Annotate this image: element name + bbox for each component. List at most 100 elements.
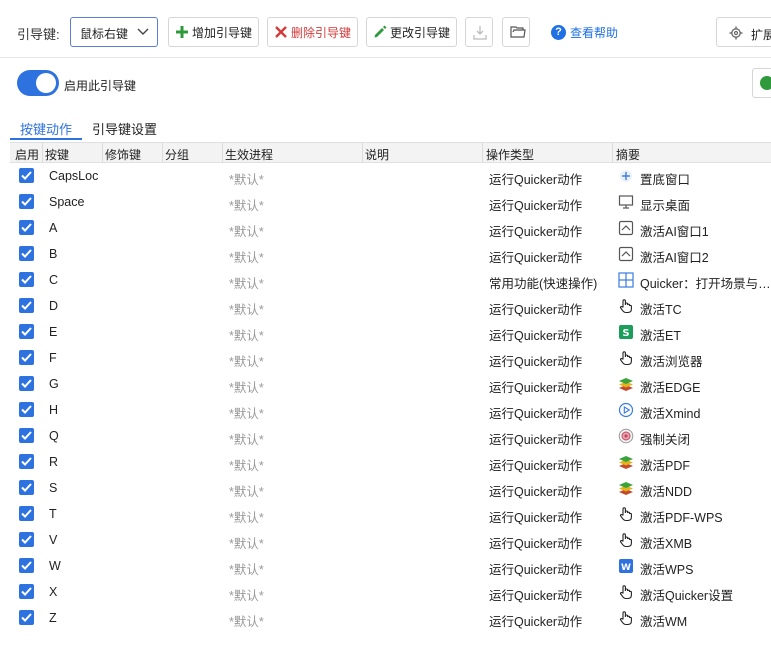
table-row[interactable]: E *默认* 运行Quicker动作 S 激活ET xyxy=(10,319,771,345)
enabled-checkbox[interactable] xyxy=(19,610,34,625)
col-enabled[interactable]: 启用 xyxy=(15,146,39,163)
table-row[interactable]: W *默认* 运行Quicker动作 W 激活WPS xyxy=(10,553,771,579)
enabled-checkbox[interactable] xyxy=(19,376,34,391)
table-row[interactable]: D *默认* 运行Quicker动作 激活TC xyxy=(10,293,771,319)
table-row[interactable]: A *默认* 运行Quicker动作 激活AI窗口1 xyxy=(10,215,771,241)
process-cell: *默认* xyxy=(229,433,264,447)
enabled-checkbox[interactable] xyxy=(19,194,34,209)
summary-cell: 激活AI窗口1 xyxy=(640,225,709,239)
col-action-type[interactable]: 操作类型 xyxy=(486,146,534,163)
col-summary[interactable]: 摘要 xyxy=(616,146,640,163)
col-key[interactable]: 按键 xyxy=(45,146,69,163)
table-row[interactable]: R *默认* 运行Quicker动作 激活PDF xyxy=(10,449,771,475)
enabled-checkbox[interactable] xyxy=(19,272,34,287)
wps-icon: W xyxy=(618,558,634,574)
table-row[interactable]: H *默认* 运行Quicker动作 激活Xmind xyxy=(10,397,771,423)
column-divider[interactable] xyxy=(482,143,483,163)
key-cell: G xyxy=(49,377,59,391)
key-cell: Q xyxy=(49,429,59,443)
key-cell: V xyxy=(49,533,58,547)
table-row[interactable]: C *默认* 常用功能(快速操作) Quicker：打开场景与… xyxy=(10,267,771,293)
table-row[interactable]: CapsLoc *默认* 运行Quicker动作 置底窗口 xyxy=(10,163,771,189)
col-description[interactable]: 说明 xyxy=(365,146,389,163)
enabled-checkbox[interactable] xyxy=(19,350,34,365)
enabled-checkbox[interactable] xyxy=(19,298,34,313)
table-row[interactable]: F *默认* 运行Quicker动作 激活浏览器 xyxy=(10,345,771,371)
process-cell: *默认* xyxy=(229,381,264,395)
enabled-checkbox[interactable] xyxy=(19,402,34,417)
plus-icon xyxy=(176,26,188,38)
action-type-cell: 运行Quicker动作 xyxy=(489,329,583,343)
enabled-checkbox[interactable] xyxy=(19,246,34,261)
action-type-cell: 运行Quicker动作 xyxy=(489,225,583,239)
column-divider[interactable] xyxy=(42,143,43,163)
key-cell: H xyxy=(49,403,59,417)
col-process[interactable]: 生效进程 xyxy=(225,146,273,163)
column-divider[interactable] xyxy=(162,143,163,163)
summary-cell: 激活AI窗口2 xyxy=(640,251,709,265)
folder-icon xyxy=(510,26,526,38)
process-cell: *默认* xyxy=(229,173,264,187)
enabled-checkbox[interactable] xyxy=(19,168,34,183)
action-type-cell: 运行Quicker动作 xyxy=(489,563,583,577)
table-body: CapsLoc *默认* 运行Quicker动作 置底窗口 Space *默认* 运行Qui… xyxy=(10,163,771,631)
enabled-checkbox[interactable] xyxy=(19,480,34,495)
play-circle-icon xyxy=(618,402,634,418)
table-row[interactable]: Q *默认* 运行Quicker动作 强制关闭 xyxy=(10,423,771,449)
action-type-cell: 运行Quicker动作 xyxy=(489,407,583,421)
table-row[interactable]: V *默认* 运行Quicker动作 激活XMB xyxy=(10,527,771,553)
checkmark-icon xyxy=(21,561,32,570)
help-link[interactable]: ? 查看帮助 xyxy=(551,24,618,41)
enabled-checkbox[interactable] xyxy=(19,558,34,573)
checkmark-icon xyxy=(21,171,32,180)
table-row[interactable]: X *默认* 运行Quicker动作 激活Quicker设置 xyxy=(10,579,771,605)
enabled-checkbox[interactable] xyxy=(19,454,34,469)
hand-icon xyxy=(618,584,634,600)
checkmark-icon xyxy=(21,223,32,232)
table-header: 启用 按键 修饰键 分组 生效进程 说明 操作类型 摘要 xyxy=(10,142,771,163)
pencil-icon xyxy=(374,25,387,38)
layers-icon xyxy=(618,376,634,392)
import-button[interactable] xyxy=(465,17,493,47)
tab-guide-key-settings[interactable]: 引导键设置 xyxy=(92,119,157,138)
table-row[interactable]: G *默认* 运行Quicker动作 激活EDGE xyxy=(10,371,771,397)
table-row[interactable]: Space *默认* 运行Quicker动作 显示桌面 xyxy=(10,189,771,215)
svg-text:W: W xyxy=(621,563,631,573)
open-folder-button[interactable] xyxy=(502,17,530,47)
table-row[interactable]: S *默认* 运行Quicker动作 激活NDD xyxy=(10,475,771,501)
checkmark-icon xyxy=(21,457,32,466)
column-divider[interactable] xyxy=(222,143,223,163)
table-row[interactable]: Z *默认* 运行Quicker动作 激活WM xyxy=(10,605,771,631)
enabled-checkbox[interactable] xyxy=(19,220,34,235)
enabled-checkbox[interactable] xyxy=(19,532,34,547)
enabled-checkbox[interactable] xyxy=(19,428,34,443)
action-type-cell: 运行Quicker动作 xyxy=(489,173,583,187)
column-divider[interactable] xyxy=(102,143,103,163)
column-divider[interactable] xyxy=(612,143,613,163)
extend-button[interactable]: 扩展 xyxy=(716,17,771,47)
enabled-checkbox[interactable] xyxy=(19,584,34,599)
tab-key-actions[interactable]: 按键动作 xyxy=(20,119,72,138)
col-group[interactable]: 分组 xyxy=(165,146,189,163)
process-cell: *默认* xyxy=(229,277,264,291)
enabled-checkbox[interactable] xyxy=(19,506,34,521)
guide-key-dropdown[interactable]: 鼠标右键 xyxy=(70,17,158,47)
add-guide-key-button[interactable]: 增加引导键 xyxy=(168,17,260,47)
checkmark-icon xyxy=(21,405,32,414)
add-action-button[interactable] xyxy=(752,68,771,98)
enabled-checkbox[interactable] xyxy=(19,324,34,339)
target-icon xyxy=(618,428,634,444)
edit-guide-key-button[interactable]: 更改引导键 xyxy=(366,17,458,47)
summary-cell: 激活EDGE xyxy=(640,381,701,395)
key-cell: B xyxy=(49,247,58,261)
enable-toggle[interactable] xyxy=(17,70,59,96)
col-modifier[interactable]: 修饰键 xyxy=(105,146,141,163)
monitor-icon xyxy=(618,194,634,210)
table-row[interactable]: B *默认* 运行Quicker动作 激活AI窗口2 xyxy=(10,241,771,267)
extend-label: 扩展 xyxy=(751,28,771,42)
delete-guide-key-button[interactable]: 删除引导键 xyxy=(267,17,359,47)
table-row[interactable]: T *默认* 运行Quicker动作 激活PDF-WPS xyxy=(10,501,771,527)
grid-icon xyxy=(618,272,634,288)
column-divider[interactable] xyxy=(362,143,363,163)
guide-key-value: 鼠标右键 xyxy=(80,27,129,41)
